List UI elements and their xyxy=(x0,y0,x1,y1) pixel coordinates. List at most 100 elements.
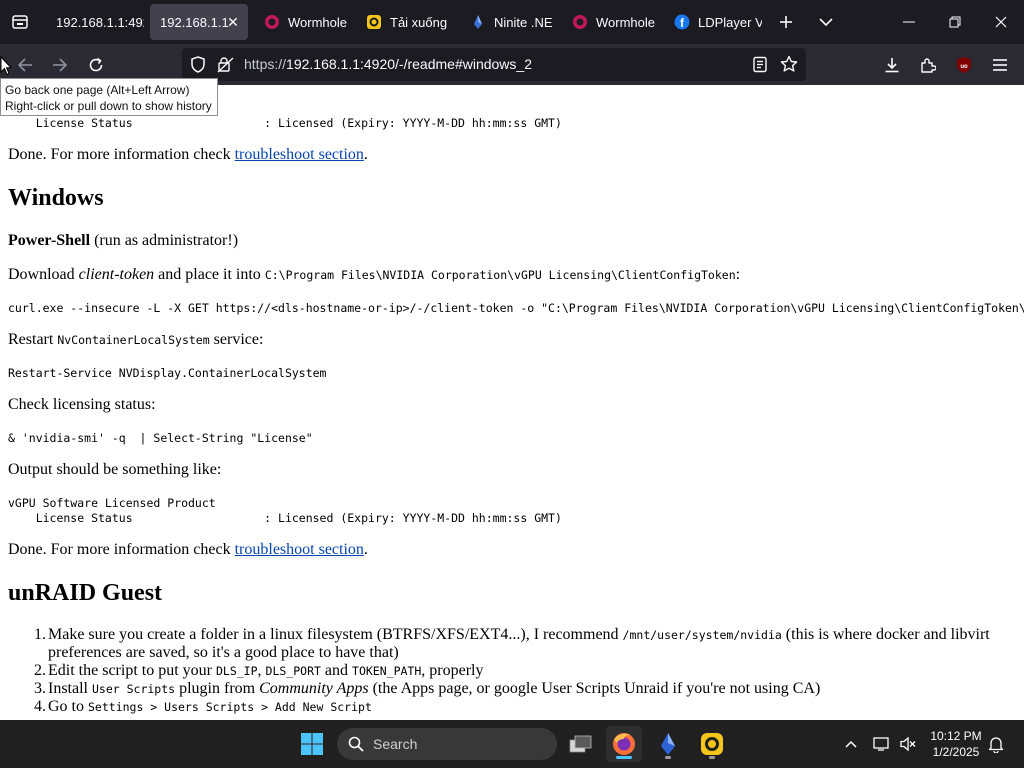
restart-command: Restart-Service NVDisplay.ContainerLocal… xyxy=(8,366,327,380)
tab-5[interactable]: Ninite .NE xyxy=(460,4,558,40)
paragraph-text: Download xyxy=(8,266,79,283)
troubleshoot-link[interactable]: troubleshoot section xyxy=(235,541,364,558)
start-button[interactable] xyxy=(294,726,330,762)
step-code: DLS_IP xyxy=(215,664,258,678)
url-host: 192.168.1.1 xyxy=(286,56,360,72)
bookmark-star-icon[interactable] xyxy=(780,55,798,77)
step-code: User Scripts xyxy=(92,682,176,696)
tab-label: Wormhole xyxy=(288,14,348,30)
tracking-protection-shield-icon[interactable] xyxy=(190,56,206,77)
nvidia-smi-command: & 'nvidia-smi' -q | Select-String "Licen… xyxy=(8,431,313,445)
tooltip-line: Go back one page (Alt+Left Arrow) xyxy=(5,83,190,97)
show-hidden-icons-chevron-icon[interactable] xyxy=(841,734,861,754)
taskbar-firefox[interactable] xyxy=(606,726,642,762)
paragraph-text: (run as administrator!) xyxy=(90,232,239,249)
new-tab-icon[interactable] xyxy=(774,10,798,34)
search-label: Search xyxy=(373,736,418,752)
output-paragraph: Output should be something like: xyxy=(8,461,222,478)
running-indicator xyxy=(616,756,632,759)
downloads-button[interactable] xyxy=(879,52,905,78)
list-all-tabs-icon[interactable] xyxy=(814,10,838,34)
paragraph-text: : xyxy=(735,266,741,283)
address-bar[interactable]: https://192.168.1.1:4920/-/readme#window… xyxy=(182,48,806,81)
back-button-tooltip: Go back one page (Alt+Left Arrow) Right-… xyxy=(0,78,218,116)
list-item: 3. Install User Scripts plugin from Comm… xyxy=(34,680,1008,698)
extensions-button[interactable] xyxy=(915,52,941,78)
ninite-icon xyxy=(661,733,675,755)
firefox-icon xyxy=(613,733,635,755)
mouse-cursor-icon xyxy=(0,55,13,80)
back-button[interactable] xyxy=(12,52,38,78)
notifications-bell-icon[interactable] xyxy=(986,734,1006,754)
license-status-output: License Status : Licensed (Expiry: YYYY-… xyxy=(8,116,562,130)
client-token-term: client-token xyxy=(78,266,155,283)
list-number: 4. xyxy=(34,698,46,715)
running-indicator xyxy=(665,756,671,759)
ldplayer-icon xyxy=(366,14,382,30)
step-code: Settings > Users Scripts > Add New Scrip… xyxy=(88,700,372,714)
done-paragraph: Done. For more information check trouble… xyxy=(8,540,368,560)
wormhole-icon xyxy=(264,14,280,30)
community-apps-term: Community Apps xyxy=(259,680,369,697)
url-text[interactable]: https://192.168.1.1:4920/-/readme#window… xyxy=(244,56,532,72)
tab-3[interactable]: Wormhole xyxy=(254,4,350,40)
reload-button[interactable] xyxy=(83,52,109,78)
check-status-paragraph: Check licensing status: xyxy=(8,396,156,413)
clock-date: 1/2/2025 xyxy=(932,745,980,759)
system-clock[interactable]: 10:12 PM 1/2/2025 xyxy=(926,728,986,760)
paragraph-text: Done. For more information check xyxy=(8,146,235,163)
done-paragraph: Done. For more information check trouble… xyxy=(8,145,368,165)
powershell-paragraph: Power-Shell (run as administrator!) xyxy=(8,231,238,251)
minimize-icon[interactable] xyxy=(897,10,921,34)
menu-hamburger-icon[interactable] xyxy=(987,52,1013,78)
unraid-steps-list: 1. Make sure you create a folder in a li… xyxy=(34,626,1008,716)
task-view-button[interactable] xyxy=(563,726,599,762)
windows-taskbar: Search 10:12 PM 1/2/2025 xyxy=(0,720,1024,768)
step-text: , xyxy=(257,662,266,679)
task-view-icon xyxy=(569,735,592,753)
wormhole-icon xyxy=(572,14,588,30)
troubleshoot-link[interactable]: troubleshoot section xyxy=(235,146,364,163)
license-output-block: vGPU Software Licensed Product License S… xyxy=(8,496,562,525)
close-tab-icon[interactable]: ✕ xyxy=(224,13,242,31)
step-text: Install xyxy=(48,680,92,697)
tab-1[interactable]: 192.168.1.1:492 xyxy=(46,4,144,40)
restore-icon[interactable] xyxy=(943,10,967,34)
paragraph-text: . xyxy=(363,146,368,163)
step-text: , properly xyxy=(421,662,484,679)
powershell-label: Power-Shell xyxy=(8,232,91,249)
step-text: Edit the script to put your xyxy=(48,662,216,679)
tab-label: 192.168.1.1:4 xyxy=(160,14,230,30)
paragraph-text: . xyxy=(363,541,368,558)
taskbar-search[interactable]: Search xyxy=(337,728,557,760)
paragraph-text: Done. For more information check xyxy=(8,541,235,558)
taskbar-ninite[interactable] xyxy=(650,726,686,762)
paragraph-text: and place it into xyxy=(154,266,265,283)
forward-button[interactable] xyxy=(47,52,73,78)
tab-label: Wormhole xyxy=(596,14,656,30)
step-code: TOKEN_PATH xyxy=(352,664,422,678)
tab-2[interactable]: 192.168.1.1:4 ✕ xyxy=(150,4,248,40)
svg-text:uo: uo xyxy=(960,64,968,70)
curl-command: curl.exe --insecure -L -X GET https://<d… xyxy=(8,301,1024,315)
firefox-view-icon[interactable] xyxy=(8,10,32,34)
step-code: DLS_PORT xyxy=(265,664,321,678)
restart-paragraph: Restart NvContainerLocalSystem service: xyxy=(8,330,263,350)
volume-muted-icon[interactable] xyxy=(898,734,918,754)
tab-7[interactable]: f LDPlayer V xyxy=(664,4,762,40)
step-code: /mnt/user/system/nvidia xyxy=(622,628,782,642)
lock-warning-icon[interactable] xyxy=(217,56,235,77)
network-icon[interactable] xyxy=(872,734,892,754)
tab-6[interactable]: Wormhole xyxy=(562,4,658,40)
ublock-origin-icon[interactable]: uo xyxy=(951,52,977,78)
close-window-icon[interactable] xyxy=(989,10,1013,34)
list-number: 1. xyxy=(34,626,46,643)
step-text: and xyxy=(320,662,353,679)
step-text: Make sure you create a folder in a linux… xyxy=(48,626,623,643)
taskbar-ldplayer[interactable] xyxy=(694,726,730,762)
token-path-code: C:\Program Files\NVIDIA Corporation\vGPU… xyxy=(264,268,736,282)
unraid-heading: unRAID Guest xyxy=(8,580,163,606)
reader-view-icon[interactable] xyxy=(752,56,768,77)
page-content: License Status : Licensed (Expiry: YYYY-… xyxy=(0,85,1024,720)
tab-4[interactable]: Tải xuống xyxy=(356,4,456,40)
